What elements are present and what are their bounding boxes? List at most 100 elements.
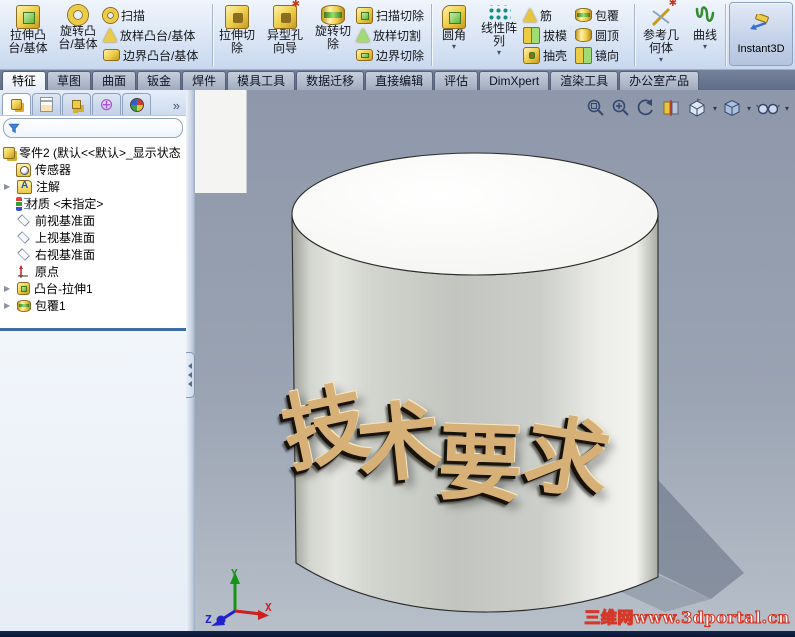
lofted-boss-button[interactable]: 放样凸台/基体 [103,25,211,45]
window-bottom-edge [0,631,795,637]
linear-pattern-dropdown-arrow-icon[interactable]: ▾ [497,49,501,57]
wrap-button[interactable]: 包覆 [575,5,633,25]
panel-overflow-chevron-icon[interactable]: » [173,98,184,115]
swept-cut-button[interactable]: 扫描切除 [356,5,430,25]
ribbon-tab-strip: 特征 草图 曲面 钣金 焊件 模具工具 数据迁移 直接编辑 评估 DimXper… [0,70,795,90]
expand-arrow-icon[interactable]: ▶ [4,182,13,191]
viewport-3d[interactable]: ▾ ▾ ▾ 技 术 要 求 Y X Z 三维网www.3dportal.cn [195,90,795,631]
draft-label: 拔模 [543,28,568,43]
tab-render-tools[interactable]: 渲染工具 [550,71,619,90]
curves-dropdown-arrow-icon[interactable]: ▾ [703,43,707,51]
reference-geometry-dropdown-arrow-icon[interactable]: ▾ [659,56,663,64]
tab-mold-tools[interactable]: 模具工具 [227,71,296,90]
tab-displaymanager[interactable] [122,93,151,115]
lofted-cut-button[interactable]: 放样切割 [356,25,430,45]
annotations-label: 注解 [36,180,61,194]
right-plane-label: 右视基准面 [35,248,96,262]
extrude-boss-button[interactable]: 拉伸凸 台/基体 [3,2,53,55]
tab-surfaces[interactable]: 曲面 [92,71,137,90]
tab-sheet-metal[interactable]: 钣金 [137,71,182,90]
tree-item-part-root[interactable]: 零件2 (默认<<默认>_显示状态 [2,144,186,161]
shell-button[interactable]: 抽壳 [523,45,575,65]
sensors-label: 传感器 [35,163,72,177]
tab-configurationmanager[interactable] [62,93,91,115]
tree-item-sensors[interactable]: 传感器 [2,161,186,178]
tab-sketch[interactable]: 草图 [47,71,92,90]
tree-filter-input[interactable] [3,118,183,138]
panel-collapse-handle[interactable] [186,352,195,398]
y-axis-label: Y [231,567,238,580]
sweep-icon [103,7,118,23]
tree-item-front-plane[interactable]: 前视基准面 [2,212,186,229]
wrap-char-4[interactable]: 求 [518,402,616,513]
wrap-char-2[interactable]: 术 [352,389,446,496]
shell-icon [523,46,540,64]
reference-geometry-button[interactable]: 参考几 何体 ▾ [636,0,686,64]
tab-dimxpert[interactable]: DimXpert [479,71,550,90]
tab-weldments[interactable]: 焊件 [182,71,227,90]
panel-splitter[interactable] [186,90,195,631]
tab-data-migration[interactable]: 数据迁移 [296,71,365,90]
cylinder-top-face[interactable] [291,152,659,276]
tab-evaluate[interactable]: 评估 [434,71,479,90]
tab-propertymanager[interactable] [32,93,61,115]
instant3d-label: Instant3D [737,42,785,55]
expand-arrow-icon[interactable]: ▶ [4,284,13,293]
feature-tree: 零件2 (默认<<默认>_显示状态 传感器 ▶ 注解 材质 <未指定> [0,140,186,314]
fillet-button[interactable]: 圆角 ▾ [433,2,475,51]
sensors-folder-icon [16,162,31,177]
tree-item-material[interactable]: 材质 <未指定> [2,195,186,212]
reference-geometry-label-2: 何体 [648,41,673,55]
tree-item-origin[interactable]: 原点 [2,263,186,280]
tab-dimxpertmanager[interactable]: ⊕ [92,93,121,115]
draft-button[interactable]: 拔模 [523,25,575,45]
expand-arrow-icon[interactable]: ▶ [4,301,13,310]
displaymanager-icon [129,97,144,112]
collapse-arrow-icon [188,381,192,387]
extruded-cut-button[interactable]: 拉伸切 除 [214,2,260,55]
revolved-cut-button[interactable]: 旋转切 除 [310,2,356,51]
curves-button[interactable]: 曲线 ▾ [686,2,724,51]
tab-direct-editing[interactable]: 直接编辑 [365,71,434,90]
annotations-folder-icon [17,179,32,194]
extrude-boss-icon [16,5,40,29]
swept-cut-icon [356,6,373,24]
boundary-cut-button[interactable]: 边界切除 [356,45,430,65]
tree-item-wrap1[interactable]: ▶ 包覆1 [2,297,186,314]
instant3d-toggle-button[interactable]: Instant3D [729,2,793,66]
plane-icon [17,214,30,227]
instant3d-icon [748,12,774,37]
fillet-icon [442,5,466,29]
dome-label: 圆顶 [595,28,620,43]
wrap-icon [575,8,592,22]
configurationmanager-icon [72,100,81,109]
plane-icon [17,231,30,244]
linear-pattern-label-2: 列 [492,34,505,48]
fillet-label: 圆角 [441,28,466,42]
revolve-boss-button[interactable]: 旋转凸 台/基体 [53,2,103,51]
3d-scene-canvas[interactable] [195,90,795,631]
ribbon-separator [431,4,432,66]
tree-item-annotations[interactable]: ▶ 注解 [2,178,186,195]
tree-item-boss-extrude1[interactable]: ▶ 凸台-拉伸1 [2,280,186,297]
hole-wizard-icon [273,0,300,29]
boundary-boss-button[interactable]: 边界凸台/基体 [103,45,211,65]
sweep-button[interactable]: 扫描 [103,5,211,25]
collapse-arrow-icon [188,372,192,378]
tab-features[interactable]: 特征 [2,71,47,90]
mirror-button[interactable]: 镜向 [575,45,633,65]
tab-office-products[interactable]: 办公室产品 [619,71,700,90]
hole-wizard-button[interactable]: 异型孔 向导 [260,0,310,55]
reference-geometry-icon [649,0,677,29]
wrap-char-3[interactable]: 要 [436,413,523,515]
fillet-dropdown-arrow-icon[interactable]: ▾ [452,43,456,51]
tree-item-right-plane[interactable]: 右视基准面 [2,246,186,263]
linear-pattern-button[interactable]: 线性阵 列 ▾ [475,2,523,57]
dome-button[interactable]: 圆顶 [575,25,633,45]
coordinate-triad: Y X Z [205,567,272,626]
lofted-boss-label: 放样凸台/基体 [120,28,196,43]
tab-featuremanager-tree[interactable] [2,93,31,115]
revolve-boss-label-1: 旋转凸 [59,24,96,38]
tree-item-top-plane[interactable]: 上视基准面 [2,229,186,246]
rib-button[interactable]: 筋 [523,5,575,25]
